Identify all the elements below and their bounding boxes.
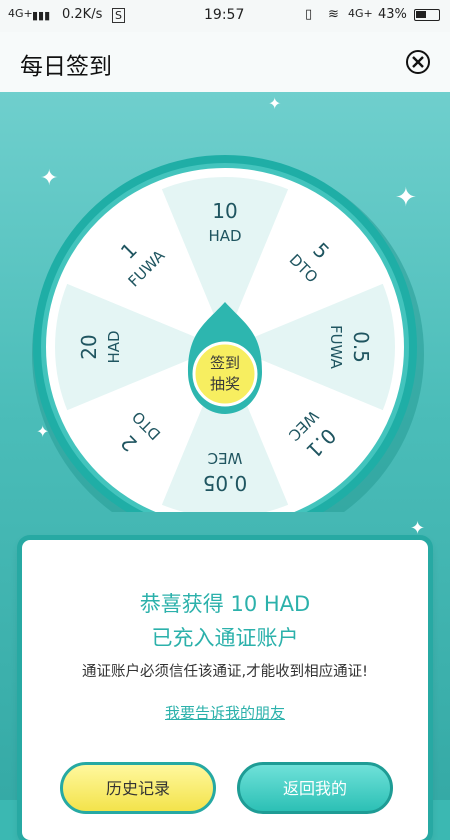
result-note: 通证账户必须信任该通证,才能收到相应通证! bbox=[82, 664, 368, 680]
segment-unit: HAD bbox=[105, 330, 123, 363]
sim-icon: S bbox=[112, 8, 125, 23]
result-title: 恭喜获得 10 HAD bbox=[139, 592, 311, 616]
prize-wheel-svg: 10HAD5DTO0.5FUWA0.1WEC0.05WEC2DTO20 HAD1F… bbox=[32, 155, 424, 550]
share-link[interactable]: 我要告诉我的朋友 bbox=[22, 702, 428, 723]
segment-unit: FUWA bbox=[327, 325, 345, 370]
clock: 19:57 bbox=[204, 7, 245, 23]
segment-unit: WEC bbox=[208, 449, 243, 467]
spin-button-label-2[interactable]: 抽奖 bbox=[210, 375, 240, 393]
segment-value: 10 bbox=[212, 199, 237, 223]
segment-value: 0.05 bbox=[203, 471, 248, 495]
result-subtitle: 已充入通证账户 bbox=[151, 626, 299, 650]
close-icon bbox=[412, 56, 424, 68]
spin-button-circle[interactable] bbox=[192, 341, 258, 407]
network-indicator-right: 4G+ bbox=[348, 7, 373, 20]
sparkle-icon: ✦ bbox=[410, 518, 426, 539]
wifi-icon: ≋ bbox=[328, 7, 339, 22]
status-bar: 4G+ ▮▮▮ 0.2K/s S 19:57 ▯ ≋ 4G+ 43% bbox=[0, 0, 450, 32]
page-title: 每日签到 bbox=[20, 54, 112, 80]
signal-icon: ▮▮▮ bbox=[32, 9, 51, 22]
vibrate-icon: ▯ bbox=[305, 7, 313, 22]
history-button[interactable]: 历史记录 bbox=[60, 762, 216, 814]
wheel-segment-label: 0.05 WEC bbox=[203, 449, 248, 495]
back-button[interactable]: 返回我的 bbox=[237, 762, 393, 814]
network-indicator: 4G+ bbox=[8, 7, 33, 20]
app-bar: 每日签到 bbox=[0, 32, 450, 93]
segment-value: 0.5 bbox=[349, 331, 373, 363]
wheel-segment-label: 20 HAD bbox=[77, 330, 123, 363]
wheel-segment-label: 10 HAD bbox=[208, 199, 241, 245]
battery-icon bbox=[414, 9, 440, 21]
segment-value: 20 bbox=[77, 334, 101, 359]
battery-level: 43% bbox=[378, 7, 407, 22]
prize-wheel: 10 HAD 5 DTO 0.5 FUWA 0.1 WEC 0.05 WEC 2 DTO 20 HAD 1 F… bbox=[0, 92, 450, 550]
spin-button-label-1[interactable]: 签到 bbox=[210, 354, 240, 372]
network-speed: 0.2K/s bbox=[62, 7, 103, 22]
segment-unit: HAD bbox=[208, 227, 241, 245]
close-button[interactable] bbox=[406, 50, 430, 74]
